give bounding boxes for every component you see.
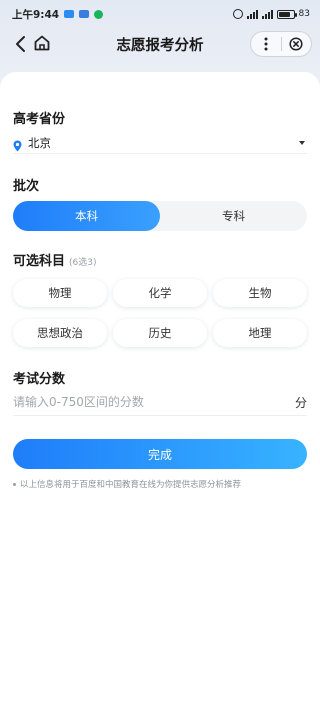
battery-icon — [276, 9, 297, 19]
province-value: 北京 — [28, 136, 51, 150]
close-circle-icon[interactable] — [282, 32, 312, 56]
bullet-dot — [13, 482, 16, 486]
score-unit: 分 — [294, 396, 307, 410]
signal-icon — [246, 9, 258, 19]
subject-chip[interactable]: 化学 — [113, 279, 207, 307]
subjects-header: 可选科目 (6选3) — [13, 250, 97, 269]
status-right: 83 — [232, 9, 310, 19]
province-select[interactable]: 北京 — [13, 133, 307, 153]
nav-bar: 志愿报考分析 — [0, 28, 320, 60]
score-divider — [13, 415, 307, 416]
subjects-title: 可选科目 — [13, 254, 66, 269]
caret-down-icon — [299, 141, 305, 145]
province-title: 高考省份 — [13, 112, 66, 127]
chevron-left-icon[interactable] — [14, 35, 28, 53]
privacy-note: 以上信息将用于百度和中国教育在线为你提供志愿分析推荐 — [13, 478, 241, 490]
alarm-icon — [232, 9, 243, 19]
more-vertical-icon[interactable] — [251, 32, 281, 56]
score-input[interactable] — [13, 392, 283, 412]
done-button[interactable]: 完成 — [13, 439, 307, 469]
subjects-hint: (6选3) — [69, 258, 97, 268]
privacy-note-text: 以上信息将用于百度和中国教育在线为你提供志愿分析推荐 — [20, 480, 242, 490]
score-title: 考试分数 — [13, 372, 66, 387]
message-icon — [94, 9, 104, 19]
province-divider — [13, 153, 307, 154]
mail-icon — [64, 10, 75, 18]
score-row: 分 — [13, 392, 307, 412]
batch-option-vocational[interactable]: 专科 — [160, 201, 307, 231]
status-time: 上午9:44 — [12, 8, 60, 21]
subject-chip[interactable]: 地理 — [213, 319, 307, 347]
mail-icon — [79, 10, 90, 18]
status-bar: 上午9:44 83 — [0, 0, 320, 28]
batch-title: 批次 — [13, 179, 40, 194]
signal-icon — [261, 9, 273, 19]
subject-chip[interactable]: 生物 — [213, 279, 307, 307]
battery-percent: 83 — [298, 9, 310, 19]
mini-program-capsule — [250, 31, 312, 57]
home-icon[interactable] — [33, 34, 51, 52]
subject-chip[interactable]: 历史 — [113, 319, 207, 347]
batch-segmented-control: 本科 专科 — [13, 201, 307, 231]
subject-chip[interactable]: 思想政治 — [13, 319, 107, 347]
location-pin-icon — [13, 137, 22, 152]
subject-chip[interactable]: 物理 — [13, 279, 107, 307]
batch-option-undergraduate[interactable]: 本科 — [13, 201, 160, 231]
status-left: 上午9:44 — [12, 7, 104, 22]
